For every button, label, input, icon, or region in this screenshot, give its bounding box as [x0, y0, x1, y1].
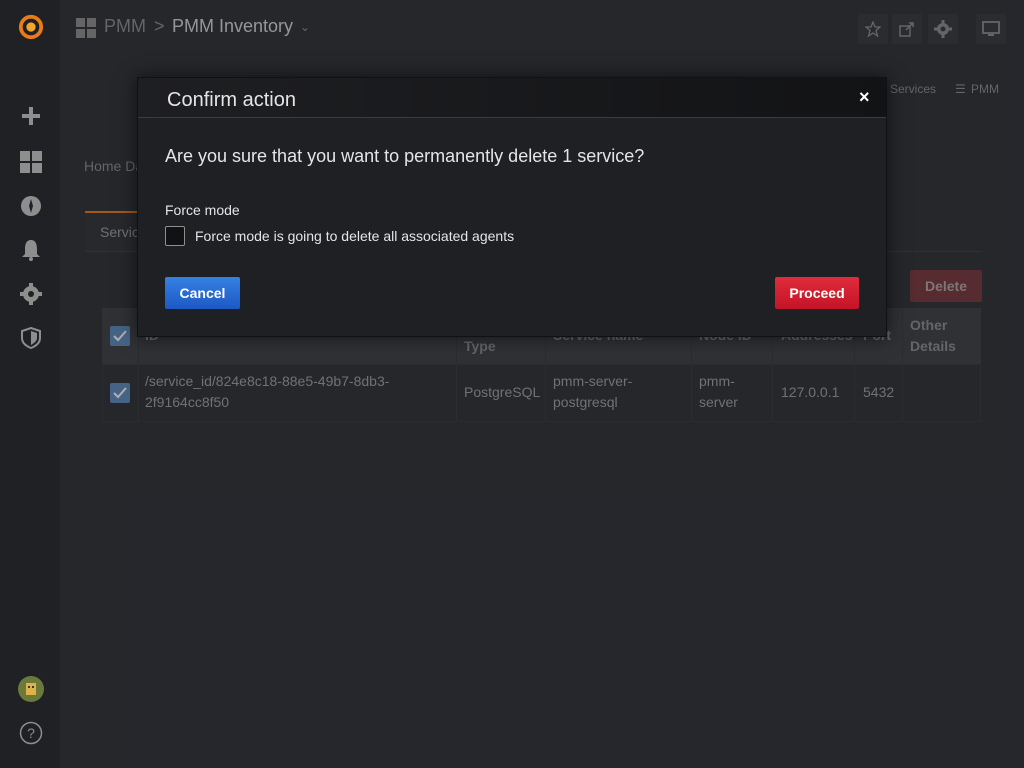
help-icon[interactable]: ?: [18, 720, 44, 746]
avatar[interactable]: [18, 676, 44, 702]
grafana-logo-icon[interactable]: [18, 14, 44, 40]
force-mode-label: Force mode: [165, 202, 240, 218]
dialog-header: Confirm action ×: [138, 78, 886, 118]
confirm-dialog: Confirm action × Are you sure that you w…: [137, 77, 887, 337]
plus-icon[interactable]: [18, 103, 44, 129]
sidebar: ?: [0, 0, 60, 768]
bell-icon[interactable]: [18, 237, 44, 263]
dialog-question: Are you sure that you want to permanentl…: [165, 146, 645, 166]
force-mode-description[interactable]: Force mode is going to delete all associ…: [195, 228, 514, 244]
force-mode-checkbox[interactable]: [165, 226, 185, 246]
dashboards-icon[interactable]: [18, 149, 44, 175]
gear-icon[interactable]: [18, 281, 44, 307]
close-icon[interactable]: ×: [859, 87, 870, 108]
dialog-title: Confirm action: [167, 89, 296, 111]
shield-icon[interactable]: [18, 325, 44, 351]
cancel-button[interactable]: Cancel: [165, 277, 240, 309]
explore-icon[interactable]: [18, 193, 44, 219]
svg-text:?: ?: [27, 725, 35, 741]
proceed-button[interactable]: Proceed: [775, 277, 859, 309]
